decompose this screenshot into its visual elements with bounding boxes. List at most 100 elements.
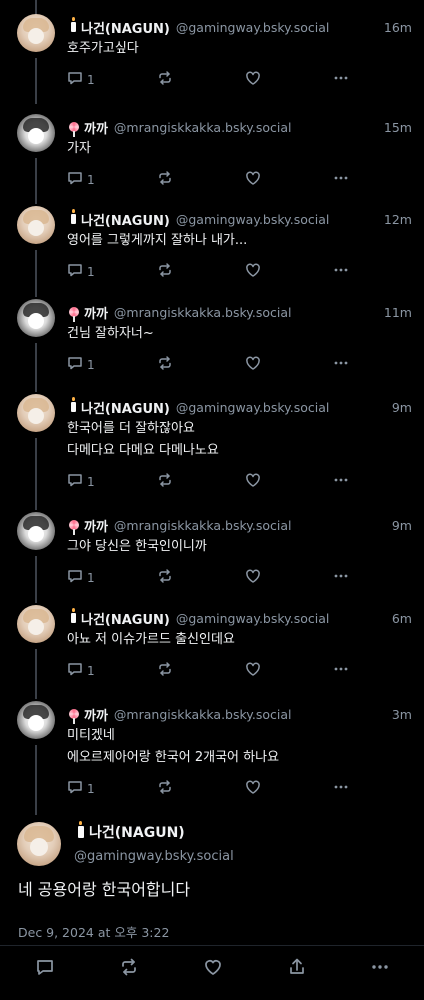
more-button[interactable] (333, 71, 349, 89)
heart-icon (245, 472, 261, 492)
post-time[interactable]: 6m (392, 611, 412, 626)
author-handle[interactable]: @gamingway.bsky.social (176, 212, 330, 227)
thread-line (35, 438, 37, 510)
nagun-avatar[interactable] (17, 605, 55, 643)
reply-icon (67, 355, 83, 375)
post-time[interactable]: 15m (384, 120, 412, 135)
author-handle[interactable]: @mrangiskkakka.bsky.social (114, 120, 292, 135)
like-button[interactable] (245, 71, 261, 89)
repost-icon[interactable] (119, 957, 139, 977)
kkakka-avatar[interactable] (17, 114, 55, 152)
reply-icon (67, 568, 83, 588)
thread-line (35, 745, 37, 815)
like-button[interactable] (245, 263, 261, 281)
author-name[interactable]: 나건(NAGUN) (89, 822, 185, 842)
nagun-avatar[interactable] (17, 14, 55, 52)
more-button[interactable] (333, 780, 349, 798)
post-time[interactable]: 9m (392, 400, 412, 415)
repost-button[interactable] (157, 171, 173, 189)
post-header: 까까 @mrangiskkakka.bsky.social 9m (67, 515, 412, 535)
reply-button[interactable]: 1 (67, 71, 95, 89)
reply-button[interactable]: 1 (67, 171, 95, 189)
like-button[interactable] (245, 662, 261, 680)
more-button[interactable] (333, 356, 349, 374)
author-name[interactable]: 나건(NAGUN) (81, 398, 170, 417)
share-icon[interactable] (287, 957, 307, 977)
more-icon[interactable] (370, 957, 390, 977)
author-handle[interactable]: @gamingway.bsky.social (176, 400, 330, 415)
thread-line (35, 250, 37, 297)
post-text-line: 아뇨 저 이슈가르드 출신인데요 (67, 632, 235, 647)
more-icon (333, 355, 349, 375)
kkakka-avatar[interactable] (17, 299, 55, 337)
more-button[interactable] (333, 171, 349, 189)
reply-icon[interactable] (35, 957, 55, 977)
post-time[interactable]: 9m (392, 518, 412, 533)
post-time[interactable]: 12m (384, 212, 412, 227)
post-time[interactable]: 16m (384, 20, 412, 35)
focused-author-row[interactable]: 나건(NAGUN) (74, 821, 185, 842)
reply-button[interactable]: 1 (67, 356, 95, 374)
more-button[interactable] (333, 473, 349, 491)
author-name[interactable]: 까까 (84, 118, 108, 137)
face-shape (28, 619, 44, 635)
post-actions: 1 (67, 171, 357, 189)
lollipop-icon (69, 709, 79, 724)
heart-icon[interactable] (203, 957, 223, 977)
kkakka-avatar[interactable] (17, 512, 55, 550)
author-name[interactable]: 나건(NAGUN) (81, 210, 170, 229)
reply-count: 1 (87, 73, 95, 87)
author-handle[interactable]: @mrangiskkakka.bsky.social (114, 518, 292, 533)
reply-count: 1 (87, 358, 95, 372)
repost-icon (157, 661, 173, 681)
author-handle[interactable]: @gamingway.bsky.social (176, 611, 330, 626)
like-button[interactable] (245, 569, 261, 587)
author-name[interactable]: 나건(NAGUN) (81, 18, 170, 37)
author-name[interactable]: 까까 (84, 705, 108, 724)
lollipop-icon (69, 520, 79, 535)
post-header: 나건(NAGUN) @gamingway.bsky.social 6m (67, 608, 412, 628)
post-header: 나건(NAGUN) @gamingway.bsky.social 9m (67, 397, 412, 417)
repost-button[interactable] (157, 473, 173, 491)
author-handle[interactable]: @gamingway.bsky.social (74, 849, 234, 864)
like-button[interactable] (245, 171, 261, 189)
repost-button[interactable] (157, 569, 173, 587)
more-icon (333, 170, 349, 190)
author-handle[interactable]: @mrangiskkakka.bsky.social (114, 305, 292, 320)
nagun-avatar[interactable] (17, 394, 55, 432)
more-button[interactable] (333, 662, 349, 680)
post-time[interactable]: 3m (392, 707, 412, 722)
post-header: 나건(NAGUN) @gamingway.bsky.social 16m (67, 17, 412, 37)
repost-button[interactable] (157, 71, 173, 89)
author-name[interactable]: 나건(NAGUN) (81, 609, 170, 628)
repost-button[interactable] (157, 780, 173, 798)
like-button[interactable] (245, 356, 261, 374)
reply-button[interactable]: 1 (67, 569, 95, 587)
repost-button[interactable] (157, 662, 173, 680)
heart-icon (245, 779, 261, 799)
reply-button[interactable]: 1 (67, 263, 95, 281)
author-name[interactable]: 까까 (84, 303, 108, 322)
repost-icon (157, 262, 173, 282)
kkakka-avatar[interactable] (17, 701, 55, 739)
author-handle[interactable]: @gamingway.bsky.social (176, 20, 330, 35)
candle-icon (78, 821, 84, 838)
reply-button[interactable]: 1 (67, 662, 95, 680)
more-icon (333, 779, 349, 799)
author-handle[interactable]: @mrangiskkakka.bsky.social (114, 707, 292, 722)
post-text-line: 미티겠네 (67, 728, 115, 743)
more-button[interactable] (333, 569, 349, 587)
reply-button[interactable]: 1 (67, 473, 95, 491)
more-button[interactable] (333, 263, 349, 281)
post-time[interactable]: 11m (384, 305, 412, 320)
repost-icon (157, 70, 173, 90)
author-name[interactable]: 까까 (84, 516, 108, 535)
repost-button[interactable] (157, 263, 173, 281)
thread-line (35, 556, 37, 603)
reply-button[interactable]: 1 (67, 780, 95, 798)
author-avatar[interactable] (17, 822, 61, 866)
nagun-avatar[interactable] (17, 206, 55, 244)
like-button[interactable] (245, 473, 261, 491)
repost-button[interactable] (157, 356, 173, 374)
like-button[interactable] (245, 780, 261, 798)
